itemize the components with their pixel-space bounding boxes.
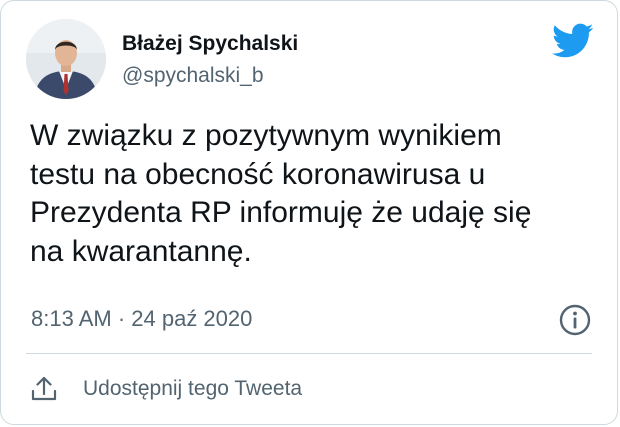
info-icon[interactable] bbox=[558, 303, 592, 337]
tweet-text: W związku z pozytywnym wynikiem testu na… bbox=[30, 117, 600, 271]
tweet-text-line: testu na obecność koronawirusa u bbox=[30, 157, 486, 191]
divider bbox=[26, 353, 592, 354]
tweet-text-line: W związku z pozytywnym wynikiem bbox=[30, 119, 502, 152]
author-handle[interactable]: @spychalski_b bbox=[122, 64, 264, 88]
tweet-text-line: na kwarantannę. bbox=[30, 234, 252, 268]
share-icon bbox=[31, 376, 57, 401]
share-label: Udostępnij tego Tweeta bbox=[83, 377, 303, 400]
avatar-photo bbox=[26, 19, 106, 99]
twitter-bird-icon[interactable] bbox=[552, 23, 594, 59]
tweet-text-line: Prezydenta RP informuję że udaję się bbox=[30, 196, 532, 229]
tweet-timestamp[interactable]: 8:13 AM · 24 paź 2020 bbox=[31, 306, 252, 332]
tweet-card: Błażej Spychalski @spychalski_b W związk… bbox=[0, 0, 618, 425]
author-avatar[interactable] bbox=[26, 19, 106, 99]
author-name[interactable]: Błażej Spychalski bbox=[122, 32, 298, 56]
share-tweet-button[interactable]: Udostępnij tego Tweeta bbox=[29, 371, 302, 407]
